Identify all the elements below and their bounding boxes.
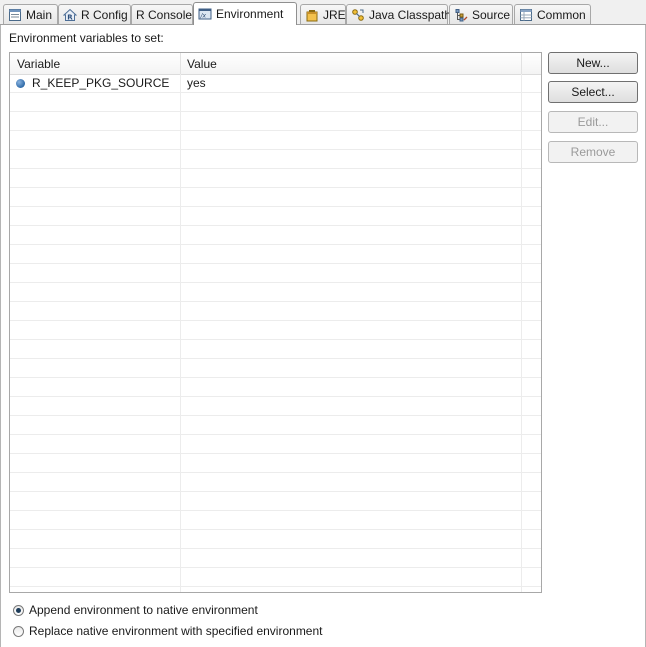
tab-label: Common	[537, 7, 586, 22]
tab-label: Java Classpath	[369, 7, 452, 22]
replace-radio[interactable]	[13, 625, 24, 637]
column-header-variable[interactable]: Variable	[10, 53, 180, 74]
tab-main[interactable]: Main	[3, 4, 58, 24]
main-tab-icon	[9, 8, 21, 21]
new-button[interactable]: New...	[548, 52, 638, 74]
value-cell: yes	[187, 76, 206, 90]
column-gridline	[521, 74, 522, 592]
r-config-icon: R	[63, 8, 77, 21]
tab-label: JRE	[323, 7, 346, 22]
table-header: Variable Value	[10, 53, 541, 75]
append-option[interactable]: Append environment to native environment	[13, 603, 258, 617]
tab-common[interactable]: Common	[514, 4, 591, 24]
variable-cell: R_KEEP_PKG_SOURCE	[16, 74, 169, 93]
replace-option[interactable]: Replace native environment with specifie…	[13, 624, 323, 638]
column-header-value[interactable]: Value	[180, 53, 521, 74]
tab-r-config[interactable]: R R Config	[58, 4, 131, 24]
tab-label: Main	[26, 7, 53, 22]
select-button[interactable]: Select...	[548, 81, 638, 103]
variable-bullet-icon	[16, 79, 25, 88]
tab-label: R Console	[136, 7, 193, 22]
remove-button[interactable]: Remove	[548, 141, 638, 163]
append-radio[interactable]	[13, 604, 24, 616]
classpath-icon	[352, 8, 364, 21]
tab-label: Environment	[216, 7, 284, 21]
append-label: Append environment to native environment	[29, 603, 258, 617]
tab-label: Source	[472, 7, 511, 22]
tab-strip: Main R R Config R Console /x Environment…	[0, 0, 646, 25]
tab-label: R Config	[81, 7, 128, 22]
environment-panel: Environment variables to set: Variable V…	[0, 25, 646, 647]
environment-icon: /x	[198, 8, 212, 20]
source-icon	[455, 8, 468, 21]
svg-text:/x: /x	[200, 13, 207, 20]
tab-source[interactable]: Source	[449, 4, 513, 24]
tab-jre[interactable]: JRE	[300, 4, 346, 24]
common-icon	[520, 8, 532, 21]
tab-r-console[interactable]: R Console	[131, 4, 193, 24]
column-divider	[521, 53, 522, 74]
tab-java-classpath[interactable]: Java Classpath	[346, 4, 452, 24]
environment-variables-table[interactable]: Variable Value R_KEEP_PKG_SOURCE yes	[9, 52, 542, 593]
svg-text:R: R	[67, 13, 73, 21]
replace-label: Replace native environment with specifie…	[29, 624, 323, 638]
table-body: R_KEEP_PKG_SOURCE yes	[10, 74, 541, 592]
table-row[interactable]: R_KEEP_PKG_SOURCE yes	[10, 74, 541, 93]
variable-name: R_KEEP_PKG_SOURCE	[32, 76, 170, 90]
tab-environment[interactable]: /x Environment	[193, 2, 297, 25]
column-gridline	[180, 74, 181, 592]
edit-button[interactable]: Edit...	[548, 111, 638, 133]
section-label: Environment variables to set:	[9, 31, 164, 45]
jre-icon	[306, 9, 318, 21]
